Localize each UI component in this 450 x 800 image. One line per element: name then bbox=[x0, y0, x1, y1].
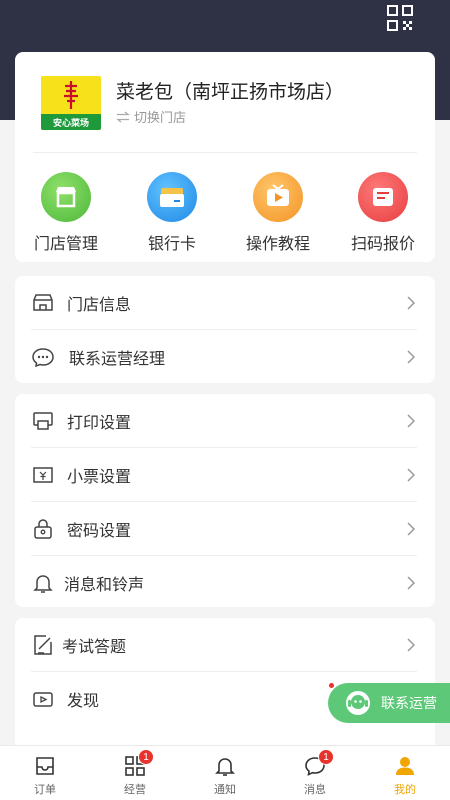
menu-label: 发现 bbox=[67, 693, 100, 710]
profile-icon bbox=[393, 754, 417, 778]
menu-item-receipt-settings[interactable]: 小票设置 bbox=[15, 448, 435, 502]
qr-code-icon[interactable] bbox=[386, 4, 414, 32]
scan-quote-icon bbox=[358, 172, 408, 222]
tab-orders[interactable]: 订单 bbox=[0, 746, 90, 800]
menu-item-print-settings[interactable]: 打印设置 bbox=[15, 394, 435, 448]
tab-messages[interactable]: 1 消息 bbox=[270, 746, 360, 800]
switch-store-label: 切换门店 bbox=[134, 110, 187, 125]
tab-label: 订单 bbox=[34, 784, 56, 796]
quick-label: 扫码报价 bbox=[350, 236, 415, 253]
divider bbox=[33, 152, 417, 153]
tab-label: 我的 bbox=[394, 784, 416, 796]
shop-info-icon bbox=[33, 294, 53, 311]
bank-card-icon bbox=[147, 172, 197, 222]
menu-item-message-ringtone[interactable]: 消息和铃声 bbox=[15, 556, 435, 610]
quick-label: 门店管理 bbox=[33, 236, 98, 253]
menu-label: 门店信息 bbox=[67, 297, 132, 314]
notification-icon bbox=[213, 754, 237, 778]
support-agent-icon bbox=[346, 691, 370, 715]
logo-mark-icon bbox=[64, 81, 78, 109]
quick-tutorial[interactable]: 操作教程 bbox=[233, 172, 323, 254]
chat-icon bbox=[32, 348, 54, 368]
grid-icon: 1 bbox=[123, 749, 154, 778]
receipt-icon bbox=[33, 467, 53, 483]
quick-scan-quote[interactable]: 扫码报价 bbox=[338, 172, 428, 254]
menu-label: 考试答题 bbox=[62, 639, 127, 656]
tab-badge: 1 bbox=[138, 749, 154, 765]
chevron-right-icon bbox=[407, 468, 415, 482]
store-name: 菜老包（南坪正扬市场店） bbox=[116, 82, 345, 103]
quick-label: 操作教程 bbox=[245, 236, 310, 253]
tab-notifications[interactable]: 通知 bbox=[180, 746, 270, 800]
bottom-tab-bar: 订单 1 经营 通知 1 消息 我的 bbox=[0, 745, 450, 800]
lock-icon bbox=[34, 519, 52, 539]
quick-label: 银行卡 bbox=[147, 236, 196, 253]
quick-store-management[interactable]: 门店管理 bbox=[21, 172, 111, 254]
chevron-right-icon bbox=[407, 638, 415, 652]
menu-label: 小票设置 bbox=[67, 469, 132, 486]
menu-group-store: 门店信息 联系运营经理 bbox=[15, 276, 435, 383]
message-icon: 1 bbox=[303, 749, 334, 778]
tab-badge: 1 bbox=[318, 749, 334, 765]
bell-icon bbox=[33, 575, 53, 593]
menu-group-settings: 打印设置 小票设置 密码设置 消息和铃声 bbox=[15, 394, 435, 607]
chevron-right-icon bbox=[407, 296, 415, 310]
tab-business[interactable]: 1 经营 bbox=[90, 746, 180, 800]
menu-label: 密码设置 bbox=[67, 523, 132, 540]
store-card: 安心菜场 菜老包（南坪正扬市场店） 切换门店 门店管理 银行卡 操作教程 扫码报… bbox=[15, 52, 435, 262]
store-logo: 安心菜场 bbox=[41, 76, 101, 130]
chevron-right-icon bbox=[407, 414, 415, 428]
menu-item-store-info[interactable]: 门店信息 bbox=[15, 276, 435, 330]
printer-icon bbox=[33, 412, 53, 430]
menu-label: 消息和铃声 bbox=[64, 577, 145, 594]
tab-label: 经营 bbox=[124, 784, 146, 796]
menu-item-exam[interactable]: 考试答题 bbox=[15, 618, 435, 672]
contact-operations-label: 联系运营 bbox=[381, 695, 437, 711]
switch-store-button[interactable]: 切换门店 bbox=[116, 107, 186, 126]
exam-icon bbox=[34, 635, 52, 655]
tab-label: 消息 bbox=[304, 784, 326, 796]
chevron-right-icon bbox=[407, 522, 415, 536]
notification-dot bbox=[329, 683, 334, 688]
tab-profile[interactable]: 我的 bbox=[360, 746, 450, 800]
switch-arrows-icon bbox=[116, 111, 130, 122]
discover-icon bbox=[33, 692, 53, 707]
menu-label: 联系运营经理 bbox=[69, 351, 166, 368]
store-icon bbox=[41, 172, 91, 222]
menu-item-contact-manager[interactable]: 联系运营经理 bbox=[15, 330, 435, 384]
order-icon bbox=[33, 754, 57, 778]
video-tutorial-icon bbox=[253, 172, 303, 222]
tab-label: 通知 bbox=[214, 784, 236, 796]
contact-operations-button[interactable]: 联系运营 bbox=[328, 683, 450, 723]
chevron-right-icon bbox=[407, 350, 415, 364]
menu-item-password-settings[interactable]: 密码设置 bbox=[15, 502, 435, 556]
quick-bank-card[interactable]: 银行卡 bbox=[127, 172, 217, 254]
chevron-right-icon bbox=[407, 576, 415, 590]
logo-text: 安心菜场 bbox=[52, 118, 89, 128]
menu-label: 打印设置 bbox=[67, 415, 132, 432]
